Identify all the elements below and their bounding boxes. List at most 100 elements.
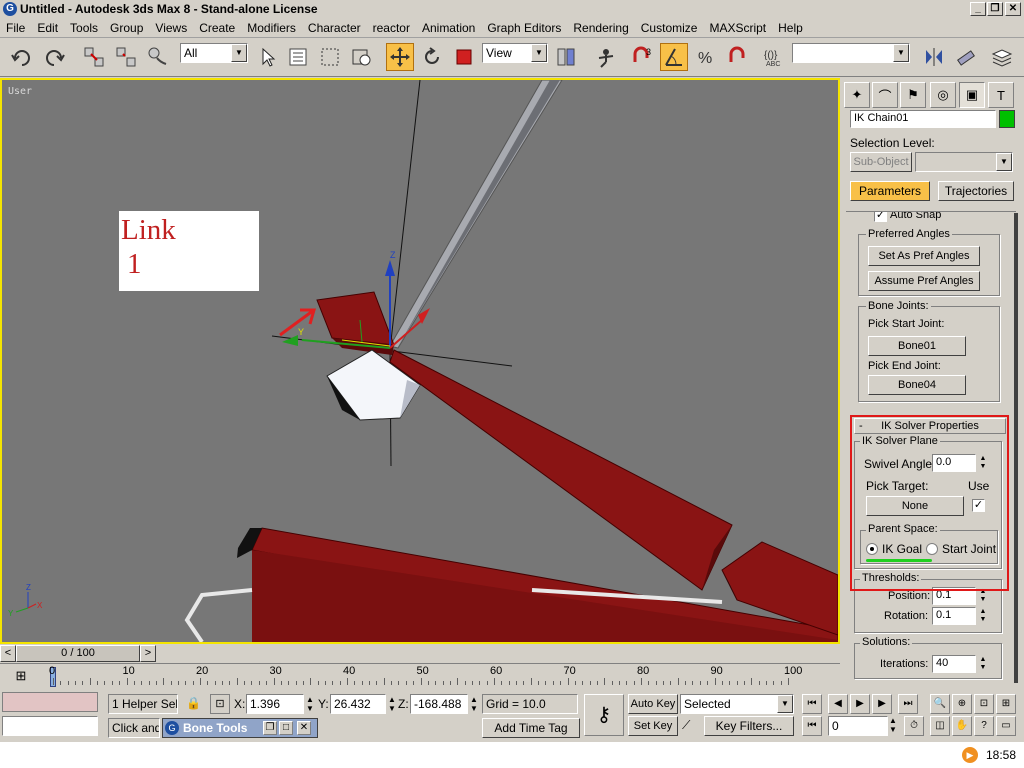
mirror-icon[interactable] bbox=[920, 43, 948, 71]
maximize-button[interactable]: □ bbox=[279, 721, 293, 735]
key-mode-dropdown[interactable]: Selected ▼ bbox=[680, 694, 794, 714]
previous-frame-icon[interactable]: ◀ bbox=[828, 694, 848, 714]
time-slider-thumb[interactable]: 0 / 100 bbox=[16, 645, 140, 662]
display-tab-icon[interactable]: ▣ bbox=[959, 82, 985, 108]
field-of-view-icon[interactable]: ◫ bbox=[930, 716, 950, 736]
go-to-end-icon[interactable]: ⏭ bbox=[898, 694, 918, 714]
time-slider-next-button[interactable]: > bbox=[140, 645, 156, 662]
menu-group[interactable]: Group bbox=[104, 21, 149, 35]
minimize-button[interactable]: _ bbox=[970, 2, 986, 16]
lock-selection-icon[interactable]: 🔒 bbox=[186, 696, 201, 710]
menu-help[interactable]: Help bbox=[772, 21, 809, 35]
auto-key-button[interactable]: Auto Key bbox=[628, 694, 678, 714]
pick-end-joint-button[interactable]: Bone04 bbox=[868, 375, 966, 395]
time-configuration-icon[interactable]: ⏱ bbox=[904, 716, 924, 736]
modify-tab-icon[interactable]: ⌒ bbox=[872, 82, 898, 108]
menu-graph-editors[interactable]: Graph Editors bbox=[481, 21, 567, 35]
tray-app-icon[interactable]: ▶ bbox=[962, 747, 978, 763]
y-coordinate-field[interactable]: 26.432 bbox=[330, 694, 386, 714]
edit-named-selection-icon[interactable]: {()} ABC bbox=[760, 43, 788, 71]
zoom-all-icon[interactable]: ⊕ bbox=[952, 694, 972, 714]
sub-object-button[interactable]: Sub-Object bbox=[850, 152, 912, 172]
key-mode-toggle-icon[interactable]: ⏮ bbox=[802, 716, 822, 736]
select-and-rotate-icon[interactable] bbox=[418, 43, 446, 71]
percent-snap-icon[interactable]: % bbox=[692, 43, 720, 71]
angle-snap-icon[interactable] bbox=[660, 43, 688, 71]
spinner-arrows-icon[interactable]: ▲ ▼ bbox=[470, 695, 478, 713]
pan-icon[interactable]: ✋ bbox=[952, 716, 972, 736]
rotation-spinner[interactable]: 0.1 ▲ ▼ bbox=[932, 607, 986, 625]
utilities-tab-icon[interactable]: T bbox=[988, 82, 1014, 108]
create-tab-icon[interactable]: ✦ bbox=[844, 82, 870, 108]
close-button[interactable]: ✕ bbox=[1005, 2, 1021, 16]
layer-manager-icon[interactable] bbox=[988, 43, 1016, 71]
bone-tools-floating-window[interactable]: G Bone Tools ❐ □ ✕ bbox=[162, 718, 318, 738]
pivot-center-icon[interactable] bbox=[552, 43, 580, 71]
hierarchy-tab-icon[interactable]: ⚑ bbox=[900, 82, 926, 108]
parameters-tab-button[interactable]: Parameters bbox=[850, 181, 930, 201]
zoom-extents-all-icon[interactable]: ⊞ bbox=[996, 694, 1016, 714]
next-frame-icon[interactable]: ▶ bbox=[872, 694, 892, 714]
zoom-extents-icon[interactable]: ⊡ bbox=[974, 694, 994, 714]
arc-rotate-icon[interactable]: ? bbox=[974, 716, 994, 736]
zoom-icon[interactable]: 🔍 bbox=[930, 694, 950, 714]
select-and-link-icon[interactable] bbox=[80, 43, 108, 71]
reference-coord-dropdown[interactable]: View ▼ bbox=[482, 43, 548, 63]
go-to-start-icon[interactable]: ⏮ bbox=[802, 694, 822, 714]
z-coordinate-field[interactable]: -168.488 bbox=[410, 694, 468, 714]
pick-start-joint-button[interactable]: Bone01 bbox=[868, 336, 966, 356]
spinner-arrows-icon[interactable]: ▲ ▼ bbox=[889, 716, 897, 734]
select-object-icon[interactable] bbox=[254, 43, 282, 71]
menu-edit[interactable]: Edit bbox=[31, 21, 64, 35]
select-and-move-icon[interactable] bbox=[386, 43, 414, 71]
named-selection-dropdown[interactable]: ▼ bbox=[792, 43, 910, 63]
menu-customize[interactable]: Customize bbox=[635, 21, 704, 35]
object-color-swatch[interactable] bbox=[999, 110, 1015, 128]
trackbar[interactable]: ⊞ 0 10 20 30 40 50 60 70 80 90 100 bbox=[0, 663, 840, 689]
restore-button[interactable]: ❐ bbox=[987, 2, 1003, 16]
menu-modifiers[interactable]: Modifiers bbox=[241, 21, 302, 35]
3dsmax-logo-icon[interactable]: G bbox=[3, 2, 17, 16]
key-filters-button[interactable]: Key Filters... bbox=[704, 716, 794, 736]
window-crossing-icon[interactable] bbox=[348, 43, 376, 71]
auto-snap-checkbox[interactable]: ✓ bbox=[874, 212, 887, 222]
snaps-toggle-icon[interactable]: 3 bbox=[628, 43, 656, 71]
object-name-field[interactable]: IK Chain01 bbox=[850, 110, 996, 128]
menu-create[interactable]: Create bbox=[193, 21, 241, 35]
x-coordinate-field[interactable]: 1.396 bbox=[246, 694, 304, 714]
assume-pref-angles-button[interactable]: Assume Pref Angles bbox=[868, 271, 980, 291]
menu-tools[interactable]: Tools bbox=[64, 21, 104, 35]
sub-object-dropdown[interactable]: ▼ bbox=[915, 152, 1013, 172]
select-and-scale-icon[interactable] bbox=[450, 43, 478, 71]
perspective-viewport[interactable]: User Z Y Z X Y Link 1 bbox=[0, 78, 840, 644]
set-as-pref-angles-button[interactable]: Set As Pref Angles bbox=[868, 246, 980, 266]
spinner-arrows-icon[interactable]: ▲ ▼ bbox=[977, 608, 989, 624]
key-tangent-icon[interactable]: ⟋ bbox=[682, 718, 700, 736]
panel-scrollbar[interactable] bbox=[1014, 213, 1018, 683]
selection-filter-dropdown[interactable]: All ▼ bbox=[180, 43, 248, 63]
absolute-mode-icon[interactable]: ⊡ bbox=[210, 694, 230, 714]
time-slider-prev-button[interactable]: < bbox=[0, 645, 16, 662]
menu-file[interactable]: File bbox=[0, 21, 31, 35]
spinner-arrows-icon[interactable]: ▲ ▼ bbox=[977, 656, 989, 672]
set-key-button[interactable]: Set Key bbox=[628, 716, 678, 736]
motion-tab-icon[interactable]: ◎ bbox=[930, 82, 956, 108]
menu-views[interactable]: Views bbox=[149, 21, 193, 35]
redo-icon[interactable] bbox=[40, 43, 68, 71]
align-icon[interactable] bbox=[952, 43, 980, 71]
menu-maxscript[interactable]: MAXScript bbox=[703, 21, 772, 35]
maximize-viewport-icon[interactable]: ▭ bbox=[996, 716, 1016, 736]
play-icon[interactable]: ▶ bbox=[850, 694, 870, 714]
iterations-spinner[interactable]: 40 ▲ ▼ bbox=[932, 655, 986, 673]
open-mini-curve-editor-icon[interactable]: ⊞ bbox=[10, 668, 32, 686]
unlink-selection-icon[interactable] bbox=[112, 43, 140, 71]
menu-character[interactable]: Character bbox=[302, 21, 367, 35]
close-button[interactable]: ✕ bbox=[297, 721, 311, 735]
undo-icon[interactable] bbox=[8, 43, 36, 71]
maxscript-input[interactable] bbox=[2, 716, 98, 736]
restore-button[interactable]: ❐ bbox=[263, 721, 277, 735]
time-slider[interactable]: < 0 / 100 > bbox=[0, 645, 840, 663]
current-frame-field[interactable]: 0 bbox=[828, 716, 888, 736]
menu-animation[interactable]: Animation bbox=[416, 21, 481, 35]
spinner-snap-icon[interactable] bbox=[724, 43, 752, 71]
